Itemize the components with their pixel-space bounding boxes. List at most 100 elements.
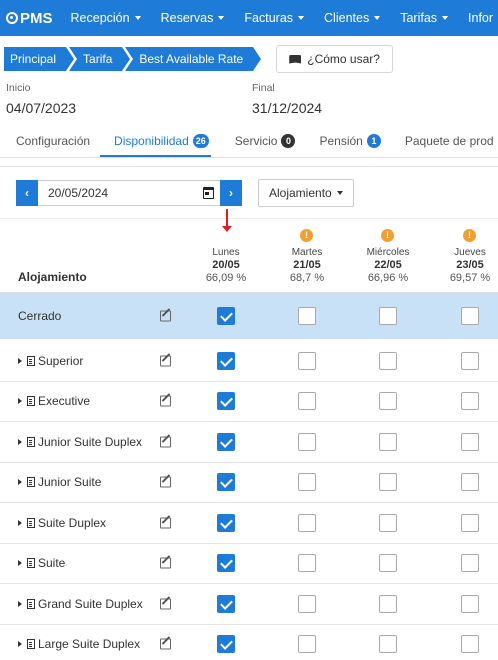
row-label[interactable]: Junior Suite Duplex [18, 435, 142, 449]
next-date-button[interactable]: › [220, 179, 242, 206]
tab-label: Pensión [319, 134, 363, 148]
availability-checkbox[interactable] [217, 635, 235, 654]
availability-checkbox[interactable] [461, 594, 479, 613]
availability-checkbox[interactable] [217, 351, 235, 370]
row-label[interactable]: Grand Suite Duplex [18, 597, 143, 611]
availability-checkbox[interactable] [298, 554, 316, 573]
day-date: 22/05 [374, 259, 402, 271]
availability-checkbox[interactable] [298, 307, 316, 325]
calendar-icon[interactable] [203, 186, 214, 199]
nav-reservas[interactable]: Reservas [161, 11, 225, 25]
availability-checkbox[interactable] [461, 513, 479, 532]
edit-icon[interactable] [160, 395, 171, 407]
logo-text: PMS [20, 9, 53, 27]
row-label-text: Grand Suite Duplex [38, 596, 143, 611]
end-date-label: Final [252, 82, 275, 94]
expand-icon[interactable] [18, 560, 22, 567]
availability-checkbox[interactable] [217, 432, 235, 451]
tab-servicio[interactable]: Servicio 0 [235, 134, 296, 157]
edit-icon[interactable] [160, 598, 171, 610]
document-icon [27, 517, 35, 528]
availability-checkbox[interactable] [461, 473, 479, 492]
availability-checkbox[interactable] [461, 432, 479, 451]
availability-checkbox[interactable] [379, 594, 397, 613]
row-label[interactable]: Executive [18, 394, 90, 408]
availability-checkbox[interactable] [298, 594, 316, 613]
edit-icon[interactable] [160, 436, 171, 448]
breadcrumb-best-available-rate[interactable]: Best Available Rate [125, 47, 262, 71]
day-column-header: ! Jueves 23/05 69,57 % [435, 219, 498, 284]
availability-checkbox[interactable] [217, 307, 235, 325]
expand-icon[interactable] [18, 600, 22, 607]
availability-checkbox[interactable] [461, 307, 479, 325]
nav-informes[interactable]: Infor [468, 11, 493, 25]
availability-checkbox[interactable] [298, 513, 316, 532]
breadcrumb-tarifa[interactable]: Tarifa [69, 47, 131, 71]
row-label[interactable]: Superior [18, 354, 83, 368]
edit-icon[interactable] [160, 638, 171, 650]
availability-checkbox[interactable] [217, 513, 235, 532]
availability-checkbox[interactable] [461, 635, 479, 654]
date-picker-input[interactable]: 20/05/2024 [38, 179, 220, 206]
edit-icon[interactable] [160, 310, 171, 322]
edit-icon[interactable] [160, 557, 171, 569]
availability-checkbox[interactable] [379, 432, 397, 451]
top-navbar: PMS Recepción Reservas Facturas Clientes… [0, 0, 498, 36]
nav-tarifas[interactable]: Tarifas [400, 11, 449, 25]
book-icon [289, 54, 302, 64]
how-to-use-button[interactable]: ¿Cómo usar? [276, 45, 393, 73]
nav-facturas[interactable]: Facturas [244, 11, 305, 25]
row-label[interactable]: Suite [18, 556, 65, 570]
availability-checkbox[interactable] [379, 513, 397, 532]
room-type-row: Suite Duplex [0, 503, 498, 544]
tab-paquete-de-productos[interactable]: Paquete de prod [405, 134, 494, 157]
availability-checkbox[interactable] [217, 554, 235, 573]
availability-checkbox[interactable] [379, 473, 397, 492]
expand-icon[interactable] [18, 438, 22, 445]
availability-checkbox[interactable] [379, 307, 397, 325]
availability-checkbox[interactable] [379, 635, 397, 654]
availability-checkbox[interactable] [461, 392, 479, 411]
logo-icon [6, 12, 18, 24]
availability-checkbox[interactable] [217, 473, 235, 492]
prev-date-button[interactable]: ‹ [16, 179, 38, 206]
availability-checkbox[interactable] [298, 635, 316, 654]
chevron-down-icon [298, 16, 305, 20]
chevron-left-icon: ‹ [25, 185, 29, 200]
availability-checkbox[interactable] [217, 594, 235, 613]
tab-configuracion[interactable]: Configuración [16, 134, 90, 157]
edit-icon[interactable] [160, 517, 171, 529]
availability-checkbox[interactable] [217, 392, 235, 411]
row-label[interactable]: Large Suite Duplex [18, 637, 140, 651]
availability-checkbox[interactable] [298, 473, 316, 492]
day-column-header: Lunes 20/05 66,09 % [191, 219, 261, 284]
tab-label: Paquete de prod [404, 134, 494, 148]
availability-checkbox[interactable] [379, 392, 397, 411]
availability-checkbox[interactable] [461, 554, 479, 573]
row-label[interactable]: Suite Duplex [18, 516, 106, 530]
availability-checkbox[interactable] [298, 432, 316, 451]
tab-label: Servicio [234, 134, 278, 148]
expand-icon[interactable] [18, 479, 22, 486]
accommodation-dropdown[interactable]: Alojamiento [258, 178, 354, 207]
availability-checkbox[interactable] [461, 351, 479, 370]
edit-icon[interactable] [160, 355, 171, 367]
tab-disponibilidad[interactable]: Disponibilidad 26 [100, 134, 211, 157]
app-logo[interactable]: PMS [6, 10, 53, 27]
expand-icon[interactable] [18, 398, 22, 405]
nav-clientes[interactable]: Clientes [324, 11, 381, 25]
tab-label: Configuración [16, 134, 91, 148]
row-label[interactable]: Junior Suite [18, 475, 101, 489]
tab-pension[interactable]: Pensión 1 [319, 134, 381, 157]
nav-recepcion[interactable]: Recepción [71, 11, 141, 25]
expand-icon[interactable] [18, 357, 22, 364]
expand-icon[interactable] [18, 641, 22, 648]
availability-checkbox[interactable] [379, 351, 397, 370]
expand-icon[interactable] [18, 519, 22, 526]
breadcrumb-principal[interactable]: Principal [4, 47, 75, 71]
availability-checkbox[interactable] [298, 351, 316, 370]
end-date: Final 31/12/2024 [252, 82, 498, 124]
availability-checkbox[interactable] [379, 554, 397, 573]
edit-icon[interactable] [160, 476, 171, 488]
availability-checkbox[interactable] [298, 392, 316, 411]
